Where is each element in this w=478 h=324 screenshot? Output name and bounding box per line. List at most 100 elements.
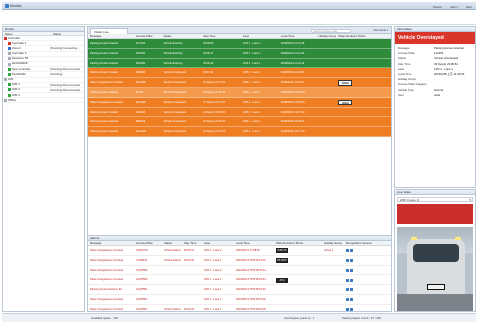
- info-field-value: test2: [434, 92, 441, 97]
- alarm-col-plate[interactable]: License Plate: [134, 241, 162, 245]
- menu-help[interactable]: Help: [466, 5, 472, 9]
- camera-icon[interactable]: [346, 249, 349, 253]
- visitor-row[interactable]: Plate Unregistered / Granted AGG206 Vehicl…: [88, 78, 391, 88]
- col-name[interactable]: Name: [3, 32, 51, 36]
- alarm-cell-holiday: [322, 295, 344, 304]
- camera-icon[interactable]: [350, 298, 353, 302]
- alarm-row[interactable]: Plate Unregistered / Granted VCD5422 Vehic…: [88, 256, 391, 266]
- alarm-col-lane[interactable]: Lane: [202, 241, 234, 245]
- cell-stay: 00:06:46: [203, 61, 214, 65]
- search-input[interactable]: Search License plate: [311, 28, 351, 33]
- alarm-cell-local: 2019/03/13 TPR 08:51:22: [236, 258, 266, 262]
- cell-holiday: [316, 117, 336, 126]
- camera-icon[interactable]: [346, 298, 349, 302]
- device-icon: [4, 78, 7, 82]
- alarm-cell-camera: [344, 305, 389, 311]
- cell-local: 2019/02/21 11:43:17: [280, 81, 305, 85]
- col-photo[interactable]: Plate Number's Photo: [336, 34, 391, 38]
- tree-item-status: [Pending] Disconnected: [50, 87, 80, 92]
- camera-icon[interactable]: [350, 278, 353, 282]
- col-status[interactable]: Status: [51, 32, 61, 36]
- alarm-row[interactable]: Plate Unregistered / Granted ACQ5552 LPR 2…: [88, 266, 391, 276]
- alarm-col-photo[interactable]: Plate Number's Photo: [274, 241, 322, 245]
- camera-icon[interactable]: [350, 268, 353, 272]
- menu-alarm[interactable]: Alarm: [450, 5, 458, 9]
- cell-plate: AGG206: [135, 100, 146, 104]
- alarm-col-message[interactable]: Message: [88, 241, 134, 245]
- info-field-key: User: [398, 92, 404, 97]
- tree-item-label: LPR: [8, 77, 14, 82]
- col-status[interactable]: Status: [162, 34, 202, 38]
- visitor-row[interactable]: Parking Access Granted ABE033 Vehicle Over…: [88, 117, 391, 128]
- camera-icon[interactable]: [346, 259, 349, 263]
- tab-visitor-live[interactable]: Visitor Live: [90, 28, 128, 34]
- plate-photo[interactable]: AGG: [338, 99, 353, 106]
- info-field: User test2: [398, 93, 472, 98]
- visitor-row[interactable]: Parking Access Granted AC5036 Vehicle Ente…: [88, 48, 391, 59]
- view-mode-dropdown[interactable]: View Mode ▾: [373, 29, 388, 32]
- alarm-col-local[interactable]: Local Time: [234, 241, 274, 245]
- visitor-row[interactable]: Parking Access Granted AG111 Vehicle Overs…: [88, 87, 391, 98]
- alarm-cell-holiday: [322, 285, 344, 294]
- cell-lane: LPR 2 · Lane 1: [242, 130, 261, 134]
- col-local-time[interactable]: Local Time: [279, 34, 317, 38]
- alarm-plate-photo[interactable]: BJ0175: [276, 248, 288, 254]
- alarm-plate-photo[interactable]: ATH: [276, 277, 288, 283]
- menu-station[interactable]: Station: [433, 5, 442, 9]
- cell-lane: LPR 1 · Lane 1: [242, 81, 261, 85]
- app-title: Monitor: [10, 4, 22, 8]
- visitor-row[interactable]: Parking Access Granted AC5099 Vehicle Ente…: [88, 58, 391, 69]
- alarm-cell-holiday: [322, 305, 344, 311]
- camera-icon[interactable]: [350, 259, 353, 263]
- col-license-plate[interactable]: License Plate: [134, 34, 162, 38]
- cell-photo: [336, 117, 391, 126]
- camera-icon[interactable]: [346, 268, 349, 272]
- alarm-cell-local: 2019/03/13 TPR 08:51:48: [236, 297, 266, 301]
- visitor-row[interactable]: Parking Access Granted AG2206 Vehicle Over…: [88, 107, 391, 118]
- visitor-row[interactable]: Plate Unregistered / Granted AGG206 Vehicl…: [88, 97, 391, 108]
- tree-item-name: LPR 3: [3, 93, 50, 97]
- visitor-row[interactable]: Parking Access Granted AGG206 Vehicle Over…: [88, 127, 391, 137]
- camera-icon[interactable]: [350, 249, 353, 253]
- alarm-cell-status: [162, 266, 182, 275]
- visitor-row[interactable]: Parking Access Granted AC7219 Vehicle Ente…: [88, 39, 391, 49]
- alarm-row[interactable]: Plate Unregistered / Granted ACQ5551 LPR 1…: [88, 295, 391, 305]
- visitor-row[interactable]: Parking Access Granted ABE033 Vehicle Over…: [88, 68, 391, 79]
- camera-icon[interactable]: [350, 288, 353, 292]
- tree-item-label: Detection TR: [12, 56, 29, 61]
- camera-icon[interactable]: [346, 308, 349, 311]
- plate-photo[interactable]: AGG: [338, 80, 353, 86]
- app-logo-icon: [5, 4, 9, 8]
- alarm-cell-lane: LPR 1 · Lane 1: [204, 297, 222, 301]
- tree-item-name: New Controller: [3, 67, 50, 71]
- tree-item[interactable]: Offline: [3, 98, 84, 104]
- camera-icon[interactable]: [346, 278, 349, 282]
- col-stay-time[interactable]: Stay Time: [201, 34, 241, 38]
- alarm-row[interactable]: Plate Unregistered / Granted ACQ5552 LPR 1…: [88, 275, 391, 286]
- col-holiday[interactable]: Holiday Group: [316, 34, 336, 38]
- alarm-cell-local: 2019/03/13 TPR 08:51:48: [236, 307, 266, 311]
- alarm-row[interactable]: Plate Unregistered / Granted ACQ5551 Vehic…: [88, 305, 391, 311]
- camera-icon[interactable]: [346, 288, 349, 292]
- alarm-col-camera[interactable]: Recognition Camera: [344, 241, 389, 245]
- col-lane[interactable]: Lane: [241, 34, 279, 38]
- cell-message: Parking Access Granted: [90, 90, 118, 94]
- status-bar: Available Space : 146 Used Space (Lane 1…: [2, 313, 476, 322]
- cell-holiday: [316, 68, 336, 77]
- cell-stay: 00:06:09: [203, 42, 214, 45]
- alarm-col-status[interactable]: Status: [162, 241, 182, 245]
- camera-select[interactable]: LPR 1 (Lane 1) ▾: [397, 197, 473, 202]
- alarm-row[interactable]: Plate Unregistered / Granted GDN7219 Vehic…: [88, 246, 391, 256]
- cell-holiday: [316, 59, 336, 68]
- cell-lane: LPR 2 · Lane 1: [242, 61, 261, 65]
- alarm-row[interactable]: Parking Access Denied / Err ACQ5551 LPR 1 …: [88, 285, 391, 295]
- cell-photo: AGG: [336, 98, 391, 107]
- alarm-plate-photo[interactable]: P5 0007: [276, 258, 288, 264]
- alarm-col-stay[interactable]: Stay Time: [182, 241, 202, 245]
- camera-icon[interactable]: [350, 308, 353, 311]
- tree-item-name: Zone 3: [3, 46, 50, 50]
- cell-stay: 20 Day(s) 21:11:15: [203, 90, 226, 94]
- alarm-col-holiday[interactable]: Holiday Group: [322, 241, 344, 245]
- tree-item-status: [Pending] Disconnected: [50, 67, 80, 72]
- info-panel: Information Vehicle Overstayed Message Pa…: [394, 26, 476, 188]
